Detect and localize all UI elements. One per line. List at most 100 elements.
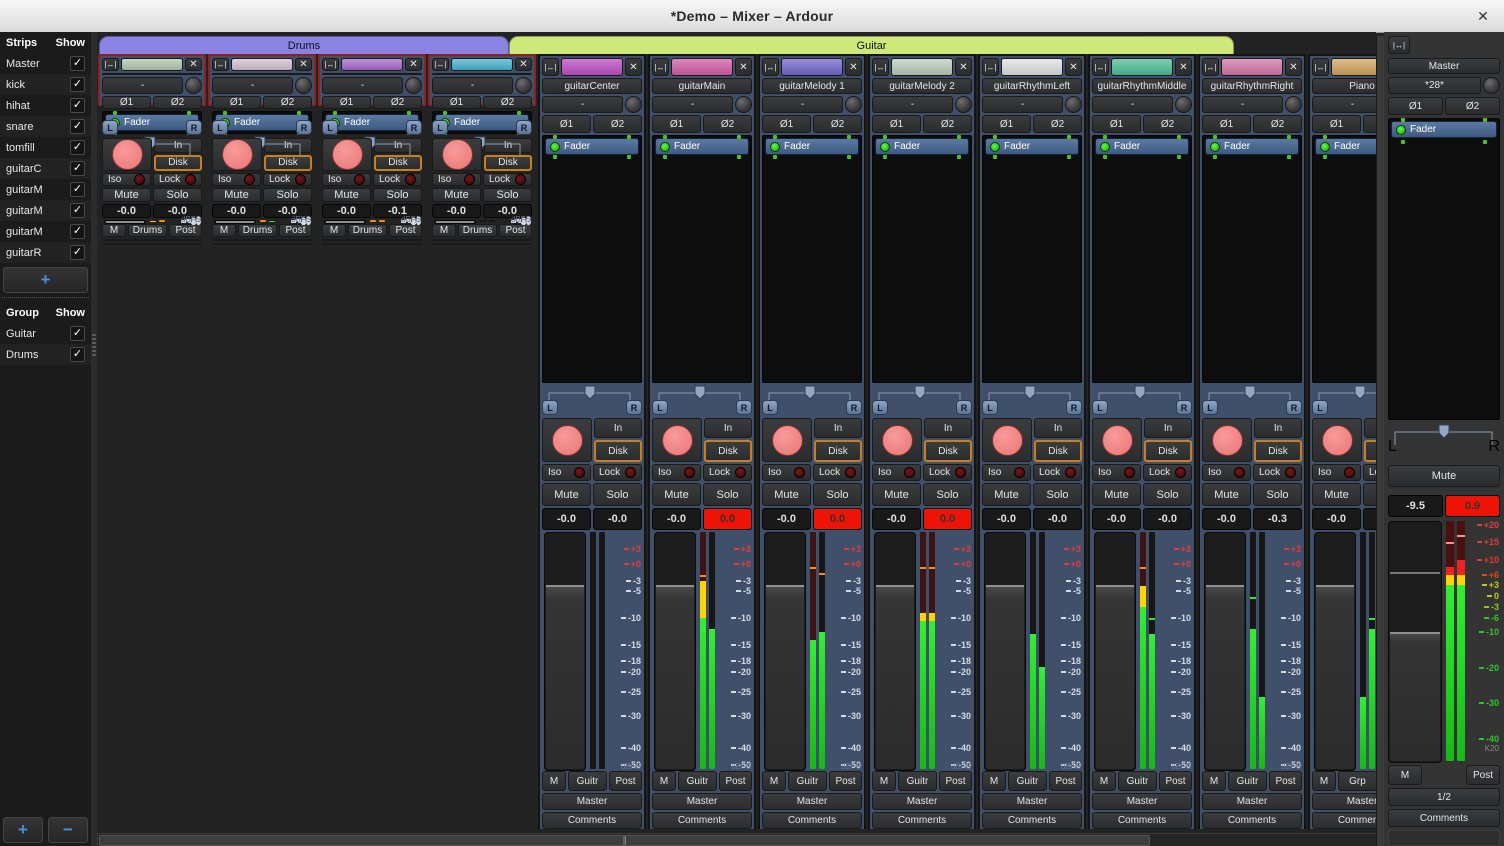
- group-button[interactable]: Drums: [128, 224, 167, 237]
- master-output-button[interactable]: 1/2: [1388, 788, 1500, 806]
- fader-handle[interactable]: [326, 221, 364, 223]
- fader-handle[interactable]: [766, 585, 804, 587]
- solo-isolate-button[interactable]: Iso: [542, 464, 591, 481]
- close-strip-icon[interactable]: ✕: [735, 58, 752, 76]
- metering-point-button[interactable]: M: [652, 771, 676, 791]
- strip-visible-checkbox[interactable]: ✓: [70, 224, 85, 239]
- close-strip-icon[interactable]: ✕: [405, 58, 422, 71]
- gain-fader[interactable]: [1314, 532, 1356, 771]
- gain-fader[interactable]: [324, 220, 366, 224]
- master-fader-processor[interactable]: Fader: [1391, 121, 1497, 138]
- fader-processor[interactable]: Fader: [1205, 138, 1299, 155]
- gain-display[interactable]: -0.0: [212, 204, 261, 218]
- fader-handle[interactable]: [656, 585, 694, 587]
- peak-display[interactable]: -0.0: [1033, 508, 1082, 530]
- solo-button[interactable]: Solo: [153, 188, 202, 202]
- peak-display[interactable]: 0.0: [703, 508, 752, 530]
- sidebar-strip-row[interactable]: guitarM✓: [0, 179, 91, 200]
- solo-button[interactable]: Solo: [483, 188, 532, 202]
- group-tab-drums[interactable]: Drums: [99, 36, 509, 54]
- gain-display[interactable]: -0.0: [872, 508, 921, 530]
- monitor-input-button[interactable]: In: [1364, 418, 1376, 438]
- strip-visible-checkbox[interactable]: ✓: [70, 56, 85, 71]
- fader-handle[interactable]: [436, 221, 474, 223]
- close-strip-icon[interactable]: ✕: [955, 58, 972, 76]
- strip-visible-checkbox[interactable]: ✓: [70, 161, 85, 176]
- mute-button[interactable]: Mute: [652, 483, 701, 506]
- gain-display[interactable]: -0.0: [1092, 508, 1141, 530]
- phase2-button[interactable]: Ø2: [1253, 115, 1302, 133]
- processor-active-led[interactable]: [880, 142, 890, 152]
- input-button[interactable]: -: [102, 77, 183, 94]
- pan-right-button[interactable]: R: [1488, 438, 1500, 456]
- sidebar-strip-row[interactable]: snare✓: [0, 116, 91, 137]
- phase2-button[interactable]: Ø2: [703, 115, 752, 133]
- strip-name-button[interactable]: guitarCenter: [542, 78, 642, 94]
- pan-right-button[interactable]: R: [186, 120, 202, 135]
- comments-button[interactable]: Comments: [982, 812, 1082, 829]
- output-button[interactable]: Master: [212, 239, 312, 241]
- pan-right-button[interactable]: R: [626, 400, 642, 415]
- fader-processor[interactable]: Fader: [875, 138, 969, 155]
- comments-button[interactable]: Comments: [102, 243, 202, 245]
- metering-point-button[interactable]: M: [102, 224, 126, 237]
- sidebar-strip-row[interactable]: kick✓: [0, 74, 91, 95]
- mute-button[interactable]: Mute: [762, 483, 811, 506]
- solo-button[interactable]: Solo: [263, 188, 312, 202]
- solo-button[interactable]: Solo: [1143, 483, 1192, 506]
- phase1-button[interactable]: Ø1: [1202, 115, 1251, 133]
- processor-active-led[interactable]: [660, 142, 670, 152]
- strip-color-bar[interactable]: [1331, 58, 1376, 76]
- phase2-button[interactable]: Ø2: [593, 115, 642, 133]
- output-button[interactable]: Master: [322, 239, 422, 241]
- window-close-icon[interactable]: ✕: [1474, 7, 1492, 25]
- fader-handle[interactable]: [1390, 632, 1440, 634]
- solo-isolate-button[interactable]: Iso: [1312, 464, 1361, 481]
- sidebar-strip-row[interactable]: Master✓: [0, 53, 91, 74]
- add-strip-button[interactable]: +: [3, 267, 88, 293]
- input-button[interactable]: -: [982, 96, 1063, 113]
- pane-divider-grip[interactable]: [92, 332, 96, 358]
- master-processor-box[interactable]: Fader: [1388, 118, 1500, 420]
- monitor-disk-button[interactable]: Disk: [594, 440, 642, 462]
- narrow-strip-icon[interactable]: |↔|: [1202, 58, 1219, 76]
- processor-active-led[interactable]: [1396, 125, 1406, 135]
- metering-point-button[interactable]: M: [872, 771, 896, 791]
- pan-left-button[interactable]: L: [542, 400, 558, 415]
- gain-display[interactable]: -0.0: [652, 508, 701, 530]
- strip-name-button[interactable]: guitarRhythmLeft: [982, 78, 1082, 94]
- pan-left-button[interactable]: L: [652, 400, 668, 415]
- solo-button[interactable]: Solo: [1033, 483, 1082, 506]
- gain-fader[interactable]: [874, 532, 916, 771]
- post-button[interactable]: Post: [1269, 771, 1302, 791]
- pan-left-button[interactable]: L: [762, 400, 778, 415]
- master-narrow-button[interactable]: |↔|: [1388, 36, 1410, 54]
- comments-button[interactable]: Comments: [762, 812, 862, 829]
- trim-knob[interactable]: [515, 77, 532, 94]
- solo-lock-button[interactable]: Lock: [703, 464, 752, 481]
- strip-visible-checkbox[interactable]: ✓: [70, 77, 85, 92]
- output-button[interactable]: Master: [1092, 793, 1192, 810]
- solo-isolate-button[interactable]: Iso: [1092, 464, 1141, 481]
- pan-left-button[interactable]: L: [212, 120, 228, 135]
- monitor-input-button[interactable]: In: [1254, 418, 1302, 438]
- pan-left-button[interactable]: L: [1312, 400, 1328, 415]
- solo-lock-button[interactable]: Lock: [813, 464, 862, 481]
- strip-name-button[interactable]: guitarRhythmMiddle: [1092, 78, 1192, 94]
- input-button[interactable]: -: [542, 96, 623, 113]
- metering-point-button[interactable]: M: [432, 224, 456, 237]
- gain-fader[interactable]: [104, 220, 146, 224]
- processor-active-led[interactable]: [550, 142, 560, 152]
- fader-processor[interactable]: Fader: [1095, 138, 1189, 155]
- sidebar-strip-row[interactable]: hihat✓: [0, 95, 91, 116]
- sidebar-group-row[interactable]: Drums✓: [0, 344, 91, 365]
- pan-left-button[interactable]: L: [872, 400, 888, 415]
- monitor-input-button[interactable]: In: [814, 418, 862, 438]
- trim-knob[interactable]: [735, 96, 752, 113]
- monitor-disk-button[interactable]: Disk: [1254, 440, 1302, 462]
- group-button[interactable]: Guitr: [1118, 771, 1157, 791]
- monitor-disk-button[interactable]: Disk: [704, 440, 752, 462]
- hscroll-grip[interactable]: ∥: [622, 836, 627, 844]
- horizontal-scrollbar[interactable]: ∥: [97, 833, 1376, 846]
- narrow-strip-icon[interactable]: |↔|: [1092, 58, 1109, 76]
